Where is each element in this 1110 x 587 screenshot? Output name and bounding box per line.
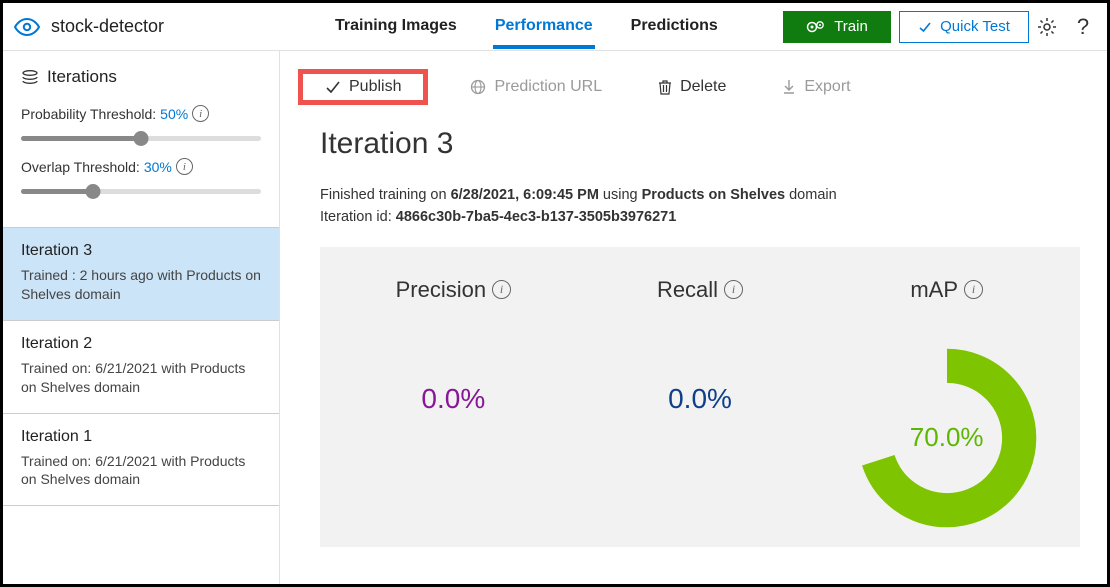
publish-label: Publish [349, 78, 401, 96]
prob-thresh-value: 50% [160, 106, 188, 122]
delete-button[interactable]: Delete [644, 72, 740, 102]
gear-icon [1037, 17, 1057, 37]
overlap-threshold-slider[interactable] [21, 181, 261, 201]
metric-map: mAP i 70.0% [823, 277, 1070, 533]
probability-threshold-slider[interactable] [21, 128, 261, 148]
iteration-item-name: Iteration 2 [21, 335, 261, 353]
info-icon[interactable]: i [964, 280, 983, 299]
info-icon[interactable]: i [176, 158, 193, 175]
recall-value: 0.0% [668, 383, 732, 415]
map-value: 70.0% [910, 422, 984, 453]
settings-button[interactable] [1029, 17, 1065, 37]
iteration-id-line: Iteration id: 4866c30b-7ba5-4ec3-b137-35… [320, 207, 1081, 229]
quick-test-button[interactable]: Quick Test [899, 11, 1029, 43]
tab-predictions[interactable]: Predictions [629, 5, 720, 49]
iteration-item-name: Iteration 3 [21, 242, 261, 260]
sidebar: Iterations Probability Threshold: 50% i … [3, 51, 280, 584]
prediction-url-label: Prediction URL [494, 78, 602, 96]
train-button[interactable]: Train [783, 11, 891, 43]
info-icon[interactable]: i [192, 105, 209, 122]
export-label: Export [804, 78, 850, 96]
gears-icon [806, 19, 826, 35]
iteration-item[interactable]: Iteration 1 Trained on: 6/21/2021 with P… [3, 414, 279, 507]
metrics-card: Precision i 0.0% Recall i 0.0% mAP i [320, 247, 1080, 547]
map-label: mAP [910, 277, 958, 303]
precision-value: 0.0% [421, 383, 485, 415]
trash-icon [658, 79, 672, 95]
iteration-toolbar: Publish Prediction URL Delete Export [280, 51, 1107, 123]
probability-threshold-row: Probability Threshold: 50% i [21, 105, 261, 122]
quick-test-label: Quick Test [940, 18, 1010, 35]
info-icon[interactable]: i [724, 280, 743, 299]
metric-recall: Recall i 0.0% [577, 277, 824, 415]
map-donut-chart: 70.0% [852, 343, 1042, 533]
info-icon[interactable]: i [492, 280, 511, 299]
iteration-item-sub: Trained : 2 hours ago with Products on S… [21, 266, 261, 304]
eye-icon [13, 18, 41, 36]
header-tabs: Training Images Performance Predictions [333, 5, 720, 49]
export-button[interactable]: Export [768, 72, 864, 102]
iteration-list: Iteration 3 Trained : 2 hours ago with P… [3, 228, 279, 506]
iteration-item-sub: Trained on: 6/21/2021 with Products on S… [21, 452, 261, 490]
main-panel: Publish Prediction URL Delete Export [280, 51, 1107, 584]
check-icon [918, 20, 932, 34]
overlap-threshold-row: Overlap Threshold: 30% i [21, 158, 261, 175]
iteration-item-sub: Trained on: 6/21/2021 with Products on S… [21, 359, 261, 397]
overlap-thresh-label: Overlap Threshold: [21, 159, 140, 175]
iteration-heading: Iteration 3 [320, 127, 1081, 161]
stack-icon [21, 69, 39, 85]
precision-label: Precision [396, 277, 486, 303]
iteration-finished-line: Finished training on 6/28/2021, 6:09:45 … [320, 185, 1081, 207]
iterations-title: Iterations [21, 67, 261, 87]
overlap-thresh-value: 30% [144, 159, 172, 175]
project-name: stock-detector [51, 16, 164, 37]
prediction-url-button[interactable]: Prediction URL [456, 72, 616, 102]
tab-performance[interactable]: Performance [493, 5, 595, 49]
help-icon: ? [1077, 14, 1089, 40]
iterations-title-text: Iterations [47, 67, 117, 87]
brand: stock-detector [13, 16, 313, 37]
train-label: Train [834, 18, 868, 35]
iteration-item[interactable]: Iteration 2 Trained on: 6/21/2021 with P… [3, 321, 279, 414]
download-icon [782, 79, 796, 95]
top-header: stock-detector Training Images Performan… [3, 3, 1107, 51]
check-icon [325, 80, 341, 94]
tab-training-images[interactable]: Training Images [333, 5, 459, 49]
delete-label: Delete [680, 78, 726, 96]
metric-precision: Precision i 0.0% [330, 277, 577, 415]
iteration-item[interactable]: Iteration 3 Trained : 2 hours ago with P… [3, 228, 279, 321]
publish-button[interactable]: Publish [298, 69, 428, 105]
recall-label: Recall [657, 277, 718, 303]
help-button[interactable]: ? [1065, 14, 1101, 40]
prob-thresh-label: Probability Threshold: [21, 106, 156, 122]
iteration-item-name: Iteration 1 [21, 428, 261, 446]
globe-icon [470, 79, 486, 95]
